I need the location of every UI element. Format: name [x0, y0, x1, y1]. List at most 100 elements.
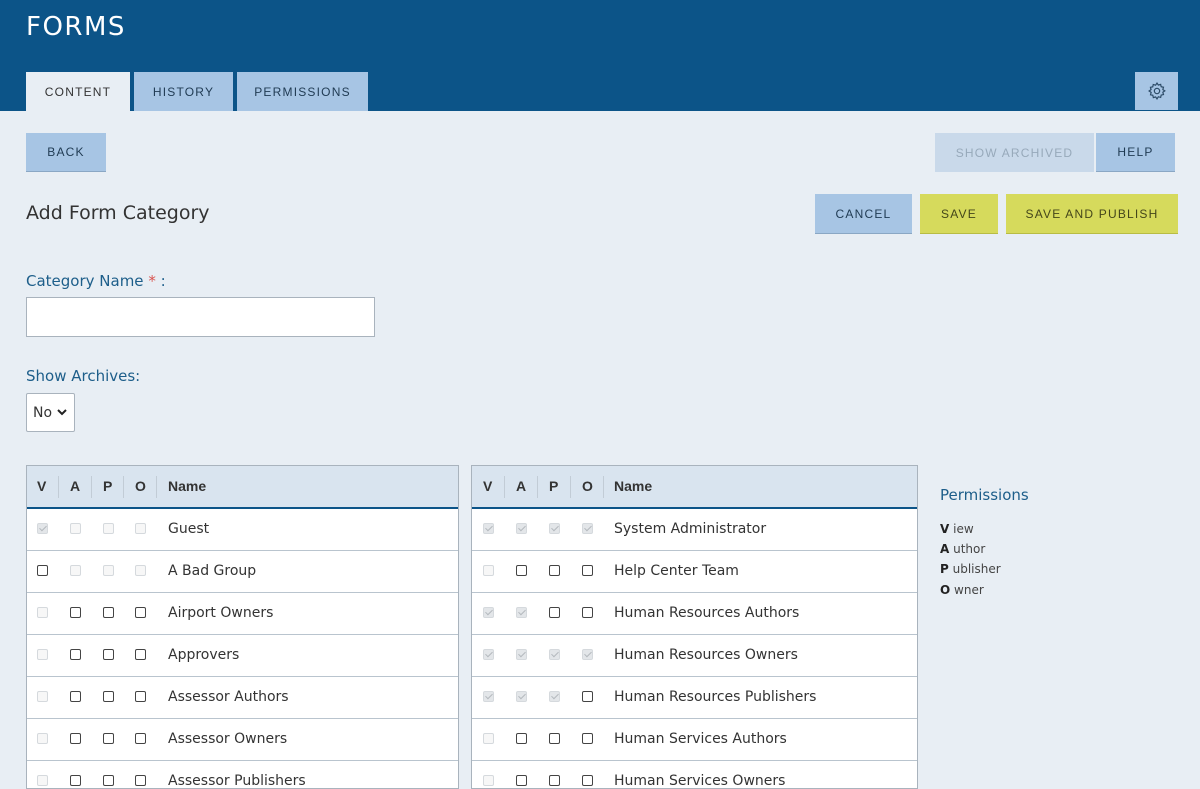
view-checkbox[interactable] — [483, 691, 494, 702]
table-row: Assessor Owners — [27, 719, 458, 761]
author-checkbox[interactable] — [516, 649, 527, 660]
legend-publisher: P ublisher — [940, 562, 1001, 576]
header-name: Name — [614, 478, 653, 494]
legend-owner: O wner — [940, 583, 984, 597]
tab-content[interactable]: CONTENT — [26, 72, 130, 111]
tab-permissions[interactable]: PERMISSIONS — [237, 72, 368, 111]
owner-checkbox[interactable] — [135, 691, 146, 702]
settings-button[interactable] — [1135, 72, 1178, 110]
category-name-input[interactable] — [26, 297, 375, 337]
owner-checkbox[interactable] — [135, 649, 146, 660]
owner-checkbox[interactable] — [582, 649, 593, 660]
view-checkbox[interactable] — [37, 733, 48, 744]
publisher-checkbox[interactable] — [549, 775, 560, 786]
view-checkbox[interactable] — [483, 607, 494, 618]
publisher-checkbox[interactable] — [549, 691, 560, 702]
publisher-checkbox[interactable] — [549, 607, 560, 618]
owner-checkbox[interactable] — [135, 523, 146, 534]
owner-checkbox[interactable] — [135, 733, 146, 744]
group-name: A Bad Group — [168, 563, 257, 579]
view-checkbox[interactable] — [37, 691, 48, 702]
author-checkbox[interactable] — [516, 565, 527, 576]
author-checkbox[interactable] — [70, 607, 81, 618]
publisher-checkbox[interactable] — [103, 775, 114, 786]
header-author: A — [70, 478, 81, 494]
publisher-checkbox[interactable] — [549, 733, 560, 744]
owner-checkbox[interactable] — [582, 775, 593, 786]
view-checkbox[interactable] — [483, 733, 494, 744]
owner-checkbox[interactable] — [135, 775, 146, 786]
tab-history[interactable]: HISTORY — [134, 72, 233, 111]
table-row: Airport Owners — [27, 593, 458, 635]
permissions-table-left: V A P O Name Guest A Bad Group Airport O… — [26, 465, 459, 789]
table-header: V A P O Name — [472, 466, 917, 509]
group-name: Human Services Authors — [614, 731, 787, 747]
show-archived-button[interactable]: SHOW ARCHIVED — [935, 133, 1094, 172]
author-checkbox[interactable] — [516, 523, 527, 534]
save-and-publish-button[interactable]: SAVE AND PUBLISH — [1006, 194, 1178, 234]
table-row: Human Services Owners — [472, 761, 917, 789]
permissions-table-right: V A P O Name System Administrator Help C… — [471, 465, 918, 789]
header-view: V — [483, 478, 493, 494]
view-checkbox[interactable] — [483, 565, 494, 576]
author-checkbox[interactable] — [70, 649, 81, 660]
table-row: Human Resources Publishers — [472, 677, 917, 719]
view-checkbox[interactable] — [37, 775, 48, 786]
save-button[interactable]: SAVE — [920, 194, 998, 234]
publisher-checkbox[interactable] — [549, 565, 560, 576]
author-checkbox[interactable] — [516, 775, 527, 786]
author-checkbox[interactable] — [70, 691, 81, 702]
publisher-checkbox[interactable] — [549, 649, 560, 660]
view-checkbox[interactable] — [37, 649, 48, 660]
author-checkbox[interactable] — [70, 565, 81, 576]
owner-checkbox[interactable] — [582, 691, 593, 702]
table-row: Human Services Authors — [472, 719, 917, 761]
header-view: V — [37, 478, 47, 494]
publisher-checkbox[interactable] — [103, 649, 114, 660]
publisher-checkbox[interactable] — [103, 565, 114, 576]
author-checkbox[interactable] — [70, 775, 81, 786]
group-name: Guest — [168, 521, 210, 537]
table-row: A Bad Group — [27, 551, 458, 593]
author-checkbox[interactable] — [70, 733, 81, 744]
back-button[interactable]: BACK — [26, 133, 106, 172]
publisher-checkbox[interactable] — [103, 691, 114, 702]
group-name: Human Services Owners — [614, 773, 786, 789]
view-checkbox[interactable] — [483, 649, 494, 660]
show-archives-value: No — [33, 404, 53, 421]
view-checkbox[interactable] — [37, 607, 48, 618]
group-name: Human Resources Owners — [614, 647, 798, 663]
group-name: Human Resources Authors — [614, 605, 800, 621]
publisher-checkbox[interactable] — [549, 523, 560, 534]
owner-checkbox[interactable] — [135, 607, 146, 618]
view-checkbox[interactable] — [483, 523, 494, 534]
group-name: Airport Owners — [168, 605, 274, 621]
show-archives-select[interactable]: No — [26, 393, 75, 432]
author-checkbox[interactable] — [516, 733, 527, 744]
author-checkbox[interactable] — [516, 607, 527, 618]
table-row: Human Resources Authors — [472, 593, 917, 635]
group-name: Help Center Team — [614, 563, 739, 579]
header-owner: O — [135, 478, 146, 494]
legend-author: A uthor — [940, 542, 986, 556]
table-row: Assessor Authors — [27, 677, 458, 719]
owner-checkbox[interactable] — [582, 565, 593, 576]
cancel-button[interactable]: CANCEL — [815, 194, 912, 234]
help-button[interactable]: HELP — [1096, 133, 1175, 172]
header-owner: O — [582, 478, 593, 494]
author-checkbox[interactable] — [516, 691, 527, 702]
owner-checkbox[interactable] — [582, 733, 593, 744]
owner-checkbox[interactable] — [582, 523, 593, 534]
view-checkbox[interactable] — [37, 565, 48, 576]
app-header: FORMS CONTENT HISTORY PERMISSIONS — [0, 0, 1200, 111]
view-checkbox[interactable] — [37, 523, 48, 534]
owner-checkbox[interactable] — [582, 607, 593, 618]
author-checkbox[interactable] — [70, 523, 81, 534]
publisher-checkbox[interactable] — [103, 607, 114, 618]
page-title: FORMS — [26, 12, 126, 42]
owner-checkbox[interactable] — [135, 565, 146, 576]
view-checkbox[interactable] — [483, 775, 494, 786]
legend-title: Permissions — [940, 486, 1029, 504]
publisher-checkbox[interactable] — [103, 733, 114, 744]
publisher-checkbox[interactable] — [103, 523, 114, 534]
